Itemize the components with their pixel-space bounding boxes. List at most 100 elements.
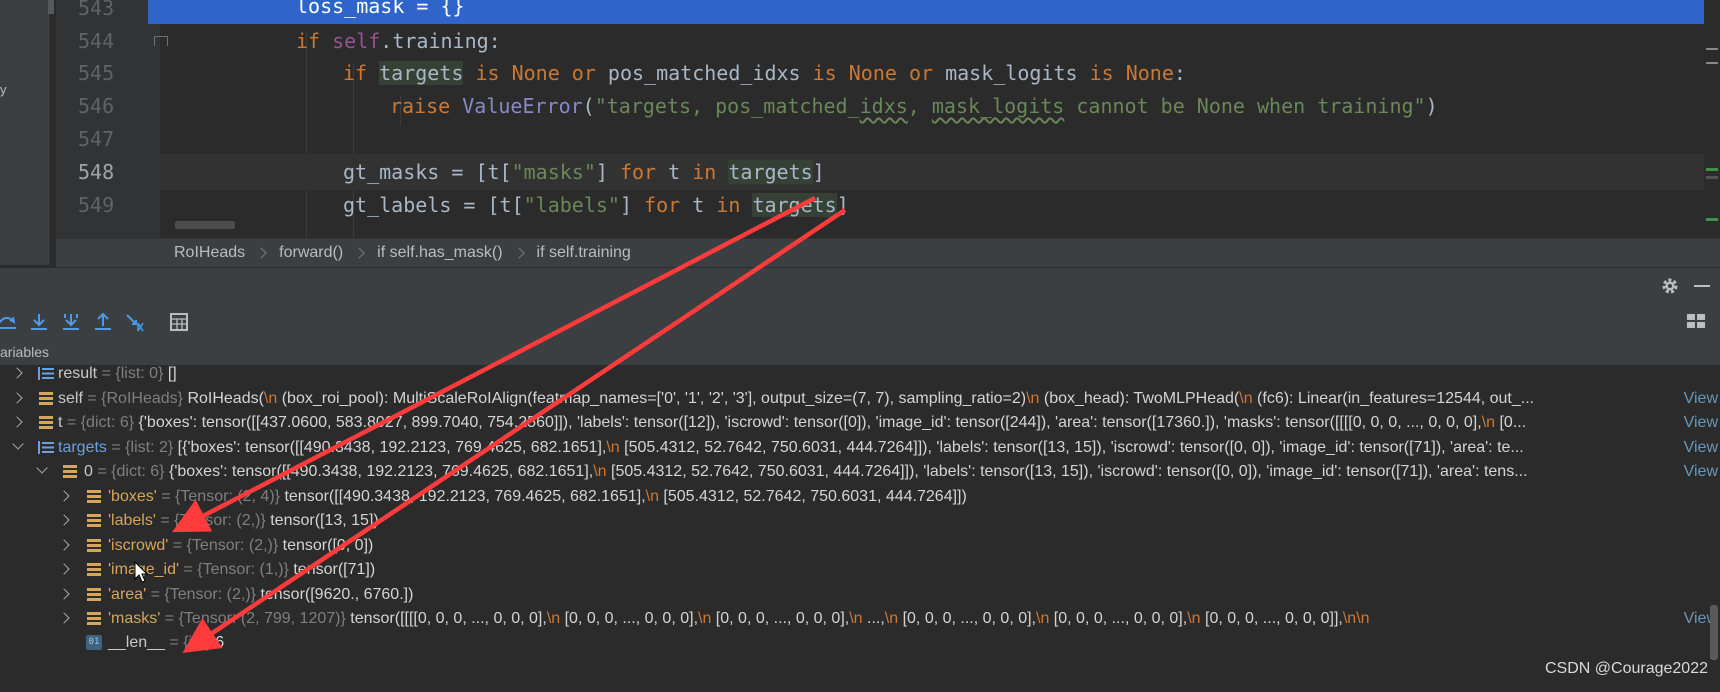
variable-row-boxes[interactable]: 'boxes' = {Tensor: (2, 4)} tensor([[490.… <box>0 483 1720 510</box>
chevron-right-icon[interactable] <box>58 588 70 600</box>
variable-row-image-id[interactable]: 'image_id' = {Tensor: (1,)} tensor([71]) <box>0 556 1720 583</box>
variable-value: tensor([13, 15]) <box>270 512 379 529</box>
chevron-right-icon[interactable] <box>58 563 70 575</box>
variable-row-result[interactable]: result = {list: 0} [] <box>0 365 1720 387</box>
chevron-right-icon <box>353 247 365 259</box>
variable-type: = {dict: 6} <box>97 463 165 480</box>
code-line-547[interactable] <box>160 121 1715 157</box>
variables-tree[interactable]: result = {list: 0} [] self = {RoIHeads} … <box>0 365 1720 692</box>
chevron-right-icon[interactable] <box>58 539 70 551</box>
vertical-scrollbar[interactable] <box>1710 605 1718 660</box>
code-line-549[interactable]: gt_labels = [t["labels"] for t in target… <box>160 187 1715 223</box>
tensor-icon <box>87 588 101 601</box>
code-editor[interactable]: 543 544 545 546 547 548 549 loss_mask = … <box>0 0 1720 238</box>
view-link[interactable]: View <box>1677 434 1720 461</box>
breadcrumb-item[interactable]: if self.training <box>537 244 631 262</box>
chevron-right-icon[interactable] <box>58 514 70 526</box>
chevron-down-icon[interactable] <box>12 438 24 450</box>
tensor-icon <box>87 612 101 625</box>
chevron-right-icon[interactable] <box>11 416 23 428</box>
variable-value: {'boxes': tensor([[437.0600, 583.8027, 8… <box>138 414 1482 431</box>
object-icon <box>39 392 53 405</box>
variable-type: = {Tensor: (2,)} <box>160 512 266 529</box>
newline-escape: \n <box>645 488 659 505</box>
chevron-right-icon[interactable] <box>11 392 23 404</box>
variable-row-iscrowd[interactable]: 'iscrowd' = {Tensor: (2,)} tensor([0, 0]… <box>0 532 1720 559</box>
breadcrumb-item[interactable]: forward() <box>279 244 343 262</box>
variable-value: [] <box>167 365 177 382</box>
view-link[interactable]: View <box>1677 409 1720 436</box>
breadcrumb: RoIHeads forward() if self.has_mask() if… <box>56 238 1720 267</box>
variable-type: = {dict: 6} <box>66 414 135 431</box>
variable-value: tensor([71]) <box>293 561 376 578</box>
variable-type: = {Tensor: (2,)} <box>172 537 279 554</box>
layout-icon[interactable] <box>1686 313 1706 329</box>
variable-type: = {Tensor: (1,)} <box>183 561 289 578</box>
newline-escape: \n <box>1036 610 1050 627</box>
view-link[interactable]: View <box>1677 385 1720 412</box>
variable-row-masks[interactable]: 'masks' = {Tensor: (2, 799, 1207)} tenso… <box>0 605 1720 632</box>
variable-name: 'boxes' <box>108 488 157 505</box>
newline-escape: \n <box>698 610 712 627</box>
object-icon <box>39 416 53 429</box>
error-stripe[interactable] <box>1704 0 1720 238</box>
variable-value: (fc6): Linear(in_features=12544, out_... <box>1252 390 1535 407</box>
newline-escape: \n <box>263 390 278 407</box>
chevron-right-icon[interactable] <box>58 612 70 624</box>
code-line-548[interactable]: gt_masks = [t["masks"] for t in targets] <box>160 154 1715 190</box>
line-gutter: 543 544 545 546 547 548 549 <box>56 0 160 238</box>
horizontal-scrollbar[interactable] <box>175 221 235 229</box>
newline-escape: \n <box>606 439 620 456</box>
line-number: 545 <box>78 61 115 85</box>
evaluate-icon[interactable] <box>168 311 190 333</box>
line-number: 549 <box>78 193 115 217</box>
variable-row-len[interactable]: 01 __len__ = {int} 6 <box>0 629 1720 656</box>
code-line-543[interactable]: loss_mask = {} <box>148 0 1720 24</box>
variable-row-item-0[interactable]: 0 = {dict: 6} {'boxes': tensor([[490.343… <box>0 458 1720 485</box>
variable-name: __len__ <box>108 634 165 651</box>
chevron-right-icon[interactable] <box>58 490 70 502</box>
variable-name: t <box>58 414 63 431</box>
variable-value: [0, 0, 0, ..., 0, 0, 0], <box>711 610 850 627</box>
chevron-right-icon[interactable] <box>11 367 23 379</box>
force-step-into-icon[interactable] <box>60 311 82 333</box>
variable-name: 0 <box>84 463 93 480</box>
breadcrumb-item[interactable]: if self.has_mask() <box>377 244 502 262</box>
step-out-icon[interactable] <box>92 311 114 333</box>
chevron-right-icon <box>512 247 525 259</box>
view-link[interactable]: View <box>1677 458 1720 485</box>
strip-tab[interactable] <box>48 0 54 14</box>
newline-escape: \n <box>1239 390 1253 407</box>
line-number: 548 <box>78 160 115 184</box>
line-number: 546 <box>78 94 115 118</box>
chevron-down-icon[interactable] <box>36 462 48 474</box>
variable-row-labels[interactable]: 'labels' = {Tensor: (2,)} tensor([13, 15… <box>0 507 1720 534</box>
variable-row-t[interactable]: t = {dict: 6} {'boxes': tensor([[437.060… <box>0 409 1720 436</box>
tensor-icon <box>87 563 101 576</box>
step-over-icon[interactable] <box>0 311 18 333</box>
breadcrumb-item[interactable]: RoIHeads <box>174 244 245 262</box>
variable-type: = {int} <box>169 634 211 651</box>
chevron-right-icon <box>255 247 267 259</box>
code-line-546[interactable]: raise ValueError("targets, pos_matched_i… <box>160 88 1715 124</box>
variables-label: ariables <box>0 339 1720 365</box>
variable-value: (box_roi_pool): MultiScaleRoIAlign(featm… <box>277 390 1027 407</box>
step-into-icon[interactable] <box>28 311 50 333</box>
newline-escape: \n <box>1026 390 1040 407</box>
variable-row-targets[interactable]: targets = {list: 2} [{'boxes': tensor([[… <box>0 434 1720 461</box>
code-area[interactable]: loss_mask = {} if self.training: if targ… <box>148 0 1720 238</box>
variable-row-self[interactable]: self = {RoIHeads} RoIHeads(\n (box_roi_p… <box>0 385 1720 412</box>
left-tool-strip: y <box>0 0 54 265</box>
debug-toolbar <box>0 303 1720 339</box>
variable-row-area[interactable]: 'area' = {Tensor: (2,)} tensor([9620., 6… <box>0 581 1720 608</box>
variable-name: self <box>58 390 83 407</box>
variable-value: tensor([0, 0]) <box>282 537 374 554</box>
int-icon: 01 <box>86 635 102 650</box>
minimize-icon[interactable] <box>1694 285 1710 287</box>
code-line-545[interactable]: if targets is None or pos_matched_idxs i… <box>160 55 1715 91</box>
gear-icon[interactable] <box>1660 276 1680 296</box>
code-line-544[interactable]: if self.training: <box>160 23 1715 59</box>
variable-value: RoIHeads( <box>187 390 264 407</box>
run-to-cursor-icon[interactable] <box>124 311 146 333</box>
variable-value: 6 <box>215 634 225 651</box>
